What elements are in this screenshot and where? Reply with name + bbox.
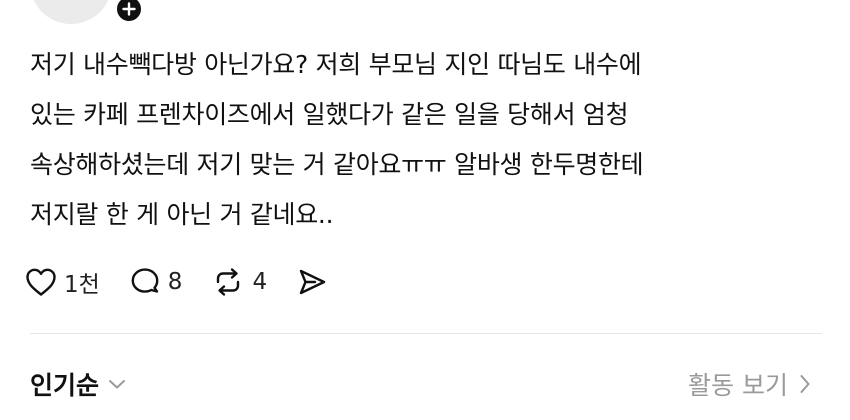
avatar[interactable] <box>30 0 112 24</box>
post-text-line: 저기 내수빽다방 아닌가요? 저희 부모님 지인 따님도 내수에 <box>30 50 642 79</box>
post-body: 저기 내수빽다방 아닌가요? 저희 부모님 지인 따님도 내수에 있는 카페 프… <box>30 40 820 240</box>
follow-plus-icon[interactable] <box>114 0 144 24</box>
view-activity-link[interactable]: 활동 보기 <box>688 366 812 402</box>
heart-icon <box>26 268 56 296</box>
section-divider <box>30 333 822 334</box>
comment-count: 8 <box>167 269 183 295</box>
post-text-line: 저지랄 한 게 아닌 거 같네요.. <box>30 200 334 229</box>
like-button[interactable]: 1천 <box>24 265 100 299</box>
repost-icon <box>217 268 240 296</box>
chevron-right-icon <box>800 375 810 393</box>
repost-count: 4 <box>252 269 268 295</box>
share-button[interactable] <box>295 266 329 298</box>
repost-button[interactable]: 4 <box>210 266 267 298</box>
sort-label: 인기순 <box>30 371 100 400</box>
chevron-down-icon <box>109 380 126 389</box>
author-avatar-group[interactable] <box>30 0 144 24</box>
activity-label: 활동 보기 <box>688 371 788 400</box>
sort-dropdown[interactable]: 인기순 <box>30 366 127 402</box>
post-text-line: 있는 카페 프렌차이즈에서 일했다가 같은 일을 당해서 엄청 <box>30 100 629 129</box>
comment-icon <box>131 268 159 293</box>
like-count: 1천 <box>64 272 100 298</box>
post-text-line: 속상해하셨는데 저기 맞는 거 같아요ㅠㅠ 알바생 한두명한테 <box>30 150 644 179</box>
send-icon <box>299 269 326 295</box>
comment-button[interactable]: 8 <box>128 266 183 298</box>
post-actions: 1천 8 4 <box>24 262 357 302</box>
